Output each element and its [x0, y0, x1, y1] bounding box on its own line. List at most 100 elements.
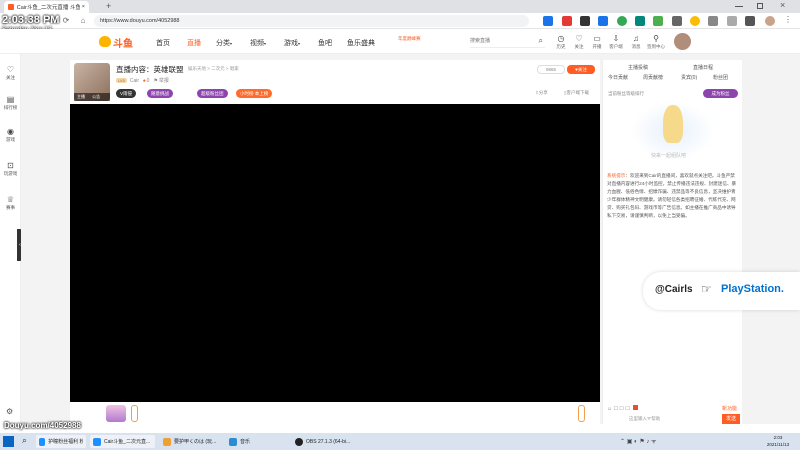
extension-icon[interactable]: [690, 16, 700, 26]
new-tab-button[interactable]: +: [106, 1, 111, 11]
banner-brand: PlayStation.: [721, 283, 784, 295]
chat-tab-fans[interactable]: 粉丝团: [713, 74, 728, 81]
puzzle-icon[interactable]: [745, 16, 755, 26]
room-tag[interactable]: 小时榜 本上榜: [236, 89, 273, 98]
window-maximize-icon[interactable]: [757, 3, 763, 9]
hot-count: 9865: [537, 65, 565, 74]
sidebar-item-events[interactable]: ♕ 赛事: [0, 195, 21, 211]
window-minimize-icon[interactable]: [735, 6, 743, 7]
become-fan-button[interactable]: 成为粉丝: [703, 89, 738, 98]
search-input[interactable]: [470, 35, 525, 47]
sidebar-item-ranking[interactable]: ▤ 排行榜: [0, 95, 21, 111]
heart-icon: ♡: [6, 65, 15, 74]
chat-input-box[interactable]: 这里输入'#'帮助: [629, 414, 719, 424]
bell-icon: ♫: [633, 34, 639, 43]
header-icon-label: 开播: [592, 44, 602, 49]
taskbar-item[interactable]: Cair斗鱼_二次元直...: [90, 435, 155, 448]
taskbar-item[interactable]: 要护甲くのは (玩...: [160, 435, 222, 448]
tray-clock[interactable]: 2:03 2021/11/13: [758, 434, 798, 448]
list-icon: ▤: [6, 95, 15, 104]
search-box[interactable]: ⌕: [470, 35, 545, 48]
settings-icon[interactable]: ⚙: [6, 407, 13, 416]
taskbar-item[interactable]: OBS 27.1.3 (64-bi...: [292, 435, 354, 448]
gift-slot[interactable]: [578, 405, 585, 422]
gift-icon: ⚲: [653, 34, 659, 43]
header-client[interactable]: ⇩ 客户端: [605, 34, 627, 50]
send-button[interactable]: 发送: [722, 414, 740, 424]
search-icon[interactable]: ⌕: [22, 435, 27, 446]
flag-icon: ⚑: [153, 77, 158, 84]
extension-icon[interactable]: [727, 16, 737, 26]
report-link[interactable]: 举报: [159, 77, 169, 84]
sidebar-item-play[interactable]: ⊡ 玩游戏: [0, 161, 21, 177]
red-icon[interactable]: [633, 405, 639, 410]
gift-slot[interactable]: [131, 405, 138, 422]
sidebar-item-games[interactable]: ◉ 游戏: [0, 127, 21, 143]
nav-item-category[interactable]: 分类▾: [216, 38, 232, 48]
sidebar-item-follow[interactable]: ♡ 关注: [0, 65, 21, 81]
search-icon[interactable]: ⌕: [539, 36, 543, 46]
streamer-name[interactable]: Cair: [130, 78, 139, 84]
video-player[interactable]: [70, 104, 600, 402]
emoji-icon[interactable]: ☺ ☐ ☐ ☐: [607, 406, 630, 412]
sidebar-item-label: 关注: [6, 75, 15, 80]
footer-link[interactable]: 新功能: [722, 405, 737, 412]
extension-icon[interactable]: [617, 16, 627, 26]
taskbar-item[interactable]: 护瞳粉丝福利 粉丝...: [36, 435, 86, 448]
room-tag[interactable]: V雨侵: [116, 89, 137, 98]
nav-item-label: 游戏: [284, 40, 298, 47]
profile-avatar[interactable]: [765, 16, 775, 26]
left-sidebar: ♡ 关注 ▤ 排行榜 ◉ 游戏 ⊡ 玩游戏 ♕ 赛事 ‹ ⚙: [0, 54, 23, 424]
url-input[interactable]: https://www.douyu.com/4052988: [94, 15, 529, 27]
tab-close-icon[interactable]: ×: [82, 4, 85, 10]
client-download-button[interactable]: ▯客户端下载: [564, 90, 589, 96]
extension-icon[interactable]: [598, 16, 608, 26]
header-icon-label: 关注: [574, 44, 584, 49]
promo-badge[interactable]: 年度巅峰赛: [398, 36, 421, 42]
browser-tab-active[interactable]: Cair斗鱼_二次元直播 斗鱼直播 ×: [4, 1, 89, 13]
start-button[interactable]: [3, 436, 14, 447]
extension-icon[interactable]: [562, 16, 572, 26]
header-messages[interactable]: ♫ 消息: [625, 34, 647, 50]
nav-item-home[interactable]: 首页: [156, 38, 170, 48]
streamer-stat: 0: [146, 77, 150, 84]
extension-icon[interactable]: [635, 16, 645, 26]
tray-icons[interactable]: ⌃ ▣ ◐ ⚑ ♪ ᯤ: [620, 437, 657, 445]
header-icon-label: 签到中心: [647, 44, 665, 49]
nav-item-festival[interactable]: 鱼乐盛典: [347, 38, 375, 48]
chat-toolbar: ☺ ☐ ☐ ☐ 新功能: [607, 405, 739, 413]
douyu-logo[interactable]: 斗鱼: [99, 34, 137, 50]
nav-item-video[interactable]: 视频▾: [250, 38, 266, 48]
taskbar-item[interactable]: 音乐: [226, 435, 286, 448]
chat-header-link[interactable]: 直播日程: [693, 64, 713, 71]
streamer-avatar[interactable]: 主播 公告: [74, 63, 110, 101]
taskbar-item-label: Cair斗鱼_二次元直...: [104, 439, 151, 445]
extension-icon[interactable]: [708, 16, 718, 26]
share-button[interactable]: ⇪分享: [535, 90, 548, 96]
chat-tab-vip[interactable]: 贵宾(0): [681, 74, 697, 81]
header-checkin[interactable]: ⚲ 签到中心: [645, 34, 667, 50]
site-header: 斗鱼 首页 直播 分类▾ 视频▾ 游戏▾ 鱼吧 鱼乐盛典 年度巅峰赛 ⌕ ◷历史…: [0, 29, 800, 54]
menu-icon[interactable]: ⋮: [784, 15, 792, 24]
tray-date: 2021/11/13: [766, 442, 790, 447]
window-close-icon[interactable]: ×: [780, 0, 785, 10]
user-avatar[interactable]: [674, 33, 691, 50]
breadcrumb[interactable]: 娱乐天地 > 二次元 > 唱家: [188, 66, 239, 72]
extension-icon[interactable]: [653, 16, 663, 26]
chat-header-link[interactable]: 主播投稿: [628, 64, 648, 71]
system-message: 欢迎来到Cair的直播间，喜欢就点关注吧。斗鱼严禁对直播内容进行24小时监控，禁…: [607, 173, 737, 218]
nav-item-live[interactable]: 直播: [187, 38, 201, 48]
follow-button[interactable]: ♥关注: [567, 65, 595, 74]
nav-item-games[interactable]: 游戏▾: [284, 38, 300, 48]
nav-item-yuba[interactable]: 鱼吧: [318, 38, 332, 48]
streamer-meta: LV5 Cair ♠ 0 ⚑ 举报: [116, 77, 169, 84]
chat-tab-today[interactable]: 今日贡献: [608, 74, 628, 81]
chat-tab-week[interactable]: 周贡献榜: [643, 74, 663, 81]
extension-icon[interactable]: [543, 16, 553, 26]
room-tag[interactable]: 随意挑战: [147, 89, 173, 98]
taskbar-item-label: 音乐: [240, 439, 251, 445]
extension-icon[interactable]: [672, 16, 682, 26]
fan-badge-image[interactable]: [106, 405, 126, 422]
room-tag[interactable]: 超级粉丝团: [197, 89, 228, 98]
extension-icon[interactable]: [580, 16, 590, 26]
